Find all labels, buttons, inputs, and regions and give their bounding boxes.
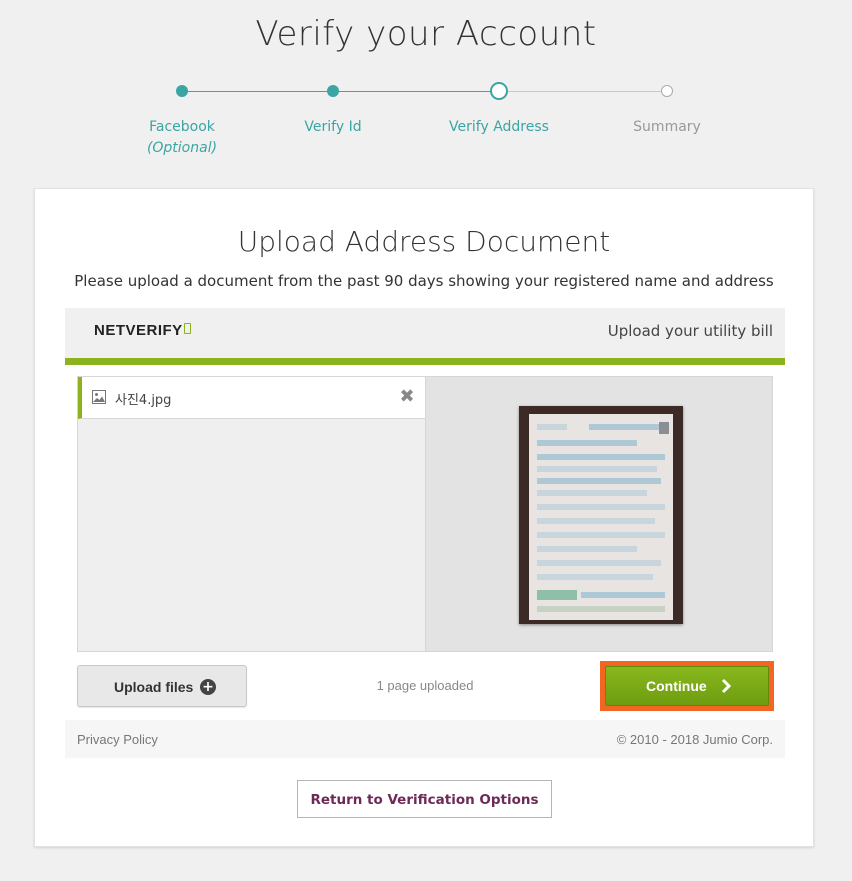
blurred-text <box>581 592 665 598</box>
blurred-text <box>537 466 657 472</box>
image-file-icon <box>92 390 106 404</box>
blurred-text <box>537 478 661 484</box>
continue-button[interactable]: Continue <box>605 666 769 706</box>
blurred-text <box>537 440 637 446</box>
chevron-right-icon <box>721 678 732 694</box>
privacy-policy-link[interactable]: Privacy Policy <box>77 732 158 747</box>
blurred-text <box>659 422 669 434</box>
file-list-item[interactable]: 사진4.jpg ✖ <box>78 377 425 419</box>
document-thumbnail <box>519 406 683 624</box>
blurred-text <box>537 532 665 538</box>
upload-files-label: Upload files <box>114 679 194 695</box>
step-dot-facebook <box>176 85 188 97</box>
step-dot-summary <box>661 85 673 97</box>
copyright-text: © 2010 - 2018 Jumio Corp. <box>616 732 773 747</box>
netverify-header: NETVERIFY Upload your utility bill <box>65 308 785 365</box>
document-preview <box>426 377 772 651</box>
netverify-logo-text: NETVERIFY <box>94 322 183 339</box>
close-icon[interactable]: ✖ <box>399 388 415 406</box>
pages-uploaded-status: 1 page uploaded <box>376 678 474 693</box>
blurred-text <box>537 518 655 524</box>
upload-instruction: Upload your utility bill <box>607 322 773 340</box>
continue-label: Continue <box>646 678 707 694</box>
step-dot-verify-address <box>490 82 508 100</box>
blurred-text <box>537 504 665 510</box>
stepper-line-pending <box>508 91 667 92</box>
blurred-text <box>537 546 637 552</box>
step-sublabel-optional: (Optional) <box>146 140 218 156</box>
card-title: Upload Address Document <box>237 225 611 258</box>
stepper-line-done <box>182 91 499 92</box>
blurred-text <box>537 454 665 460</box>
return-button-label: Return to Verification Options <box>310 792 539 808</box>
blurred-text <box>537 574 653 580</box>
plus-circle-icon: + <box>200 679 216 695</box>
blurred-text <box>537 560 661 566</box>
step-label-summary: Summary <box>633 119 701 135</box>
netverify-logo: NETVERIFY <box>94 322 191 339</box>
step-label-verify-id[interactable]: Verify Id <box>263 119 403 135</box>
blurred-text <box>537 424 567 430</box>
upload-card: Upload Address Document Please upload a … <box>34 188 814 847</box>
file-list: 사진4.jpg ✖ <box>78 377 426 651</box>
upload-files-button[interactable]: Upload files + <box>77 665 247 707</box>
netverify-logo-mark-icon <box>183 323 191 334</box>
document-sheet <box>529 414 673 620</box>
blurred-text <box>537 590 577 600</box>
card-subtitle: Please upload a document from the past 9… <box>74 272 774 290</box>
blurred-text <box>537 490 647 496</box>
page-title: Verify your Account <box>255 14 597 54</box>
file-name: 사진4.jpg <box>115 393 172 408</box>
step-label-verify-address: Verify Address <box>449 119 549 135</box>
step-dot-verify-id <box>327 85 339 97</box>
netverify-footer: Privacy Policy © 2010 - 2018 Jumio Corp. <box>65 720 785 758</box>
step-label-facebook[interactable]: Facebook <box>112 119 252 135</box>
return-to-options-button[interactable]: Return to Verification Options <box>297 780 552 818</box>
blurred-text <box>537 606 665 612</box>
upload-area: 사진4.jpg ✖ <box>77 376 773 652</box>
progress-stepper: Facebook (Optional) Verify Id Verify Add… <box>0 80 852 170</box>
blurred-text <box>589 424 659 430</box>
